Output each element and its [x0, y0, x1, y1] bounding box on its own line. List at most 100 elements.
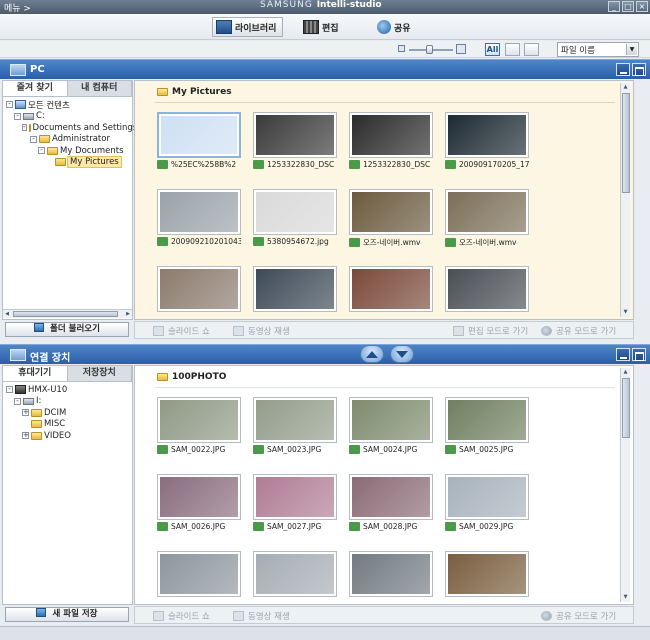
tree-node[interactable]: My Pictures	[3, 156, 132, 169]
tree-node[interactable]: MISC	[3, 419, 132, 431]
thumbnail-item[interactable]	[157, 551, 241, 597]
thumbnail-item[interactable]	[445, 551, 529, 597]
thumbnail-item[interactable]: SAM_0024.JPG	[349, 397, 433, 454]
thumbnail-image[interactable]	[253, 112, 337, 158]
thumbnail-item[interactable]: 1253322830_DSC	[349, 112, 433, 169]
scroll-down-icon[interactable]: ▼	[621, 593, 630, 602]
close-button[interactable]: ×	[636, 1, 648, 12]
save-new-files-button[interactable]: 새 파일 저장	[5, 607, 129, 622]
scroll-left-icon[interactable]: ◀	[3, 310, 11, 318]
main-menu-button[interactable]: 메뉴 >	[4, 1, 31, 14]
thumbnail-image[interactable]	[253, 189, 337, 235]
filter-photo-icon[interactable]	[505, 43, 520, 56]
thumbnail-image[interactable]	[349, 189, 433, 235]
scroll-up-icon[interactable]: ▲	[621, 368, 630, 377]
thumbnail-item[interactable]: SAM_0026.JPG	[157, 474, 241, 531]
tree-node[interactable]: - My Documents	[3, 145, 132, 157]
thumbnail-item[interactable]: 1253322830_DSC	[253, 112, 337, 169]
thumbnail-item[interactable]: 오즈-네이버.wmv	[349, 189, 433, 248]
tree-node[interactable]: - Administrator	[3, 134, 132, 146]
thumbnail-image[interactable]	[349, 397, 433, 443]
thumbnail-image[interactable]	[157, 189, 241, 235]
thumbnail-image[interactable]	[157, 474, 241, 520]
thumbnail-image[interactable]	[253, 266, 337, 312]
tree-node[interactable]: - Documents and Settings	[3, 122, 137, 134]
collapse-icon[interactable]: -	[14, 112, 21, 120]
pc-tree-hscrollbar[interactable]: ◀ ▶	[3, 309, 132, 318]
thumbnail-item[interactable]	[253, 266, 337, 312]
go-edit-mode-button[interactable]: 편집 모드로 가기	[453, 325, 528, 337]
scroll-up-icon[interactable]: ▲	[621, 83, 630, 92]
play-video-button[interactable]: 동영상 재생	[233, 610, 290, 622]
tab-storage-device[interactable]: 저장장치	[68, 366, 132, 381]
scroll-thumb[interactable]	[13, 311, 118, 317]
thumbnail-image[interactable]	[445, 474, 529, 520]
tab-mobile-device[interactable]: 휴대기기	[3, 366, 68, 381]
thumbnail-item[interactable]: SAM_0028.JPG	[349, 474, 433, 531]
sort-dropdown[interactable]: 파일 이름 ▼	[557, 42, 639, 57]
tab-my-computer[interactable]: 내 컴퓨터	[68, 81, 132, 96]
zoom-in-icon[interactable]	[456, 44, 466, 54]
thumbnail-image[interactable]	[253, 397, 337, 443]
scroll-thumb[interactable]	[622, 93, 630, 193]
maximize-button[interactable]: □	[622, 1, 634, 12]
expand-icon[interactable]: +	[22, 432, 29, 440]
tab-edit[interactable]: 편집	[300, 17, 345, 37]
thumbnail-image[interactable]	[349, 112, 433, 158]
tree-node[interactable]: - HMX-U10	[3, 384, 132, 396]
minimize-button[interactable]: _	[608, 1, 620, 12]
thumbnail-item[interactable]: 5380954672.jpg	[253, 189, 337, 246]
scroll-right-icon[interactable]: ▶	[124, 310, 132, 318]
thumbnail-item[interactable]: 200909210201043	[157, 189, 241, 246]
thumbnail-image[interactable]	[157, 397, 241, 443]
thumbnail-item[interactable]	[445, 266, 529, 312]
thumbnail-image[interactable]	[445, 112, 529, 158]
tree-node[interactable]: + DCIM	[3, 407, 132, 419]
thumbnail-item[interactable]	[253, 551, 337, 597]
scroll-thumb[interactable]	[622, 378, 630, 438]
zoom-out-icon[interactable]	[398, 45, 405, 52]
thumbnail-item[interactable]	[157, 266, 241, 312]
thumbnail-item[interactable]: SAM_0025.JPG	[445, 397, 529, 454]
collapse-icon[interactable]: -	[6, 386, 13, 394]
go-share-mode-button[interactable]: 공유 모드로 가기	[541, 610, 616, 622]
tree-node[interactable]: - C:	[3, 111, 132, 123]
thumbnail-image[interactable]	[157, 551, 241, 597]
thumbnail-image[interactable]	[445, 266, 529, 312]
thumbnail-item[interactable]: 200909170205_17	[445, 112, 529, 169]
thumbnail-image[interactable]	[157, 266, 241, 312]
device-panel-minimize-button[interactable]	[616, 348, 630, 361]
load-folder-button[interactable]: 폴더 불러오기	[5, 322, 129, 337]
tree-node[interactable]: - I:	[3, 396, 132, 408]
filter-all-button[interactable]: All	[485, 43, 500, 56]
go-share-mode-button[interactable]: 공유 모드로 가기	[541, 325, 616, 337]
scroll-down-icon[interactable]: ▼	[621, 308, 630, 317]
device-panel-maximize-button[interactable]	[632, 348, 646, 361]
pc-panel-maximize-button[interactable]	[632, 63, 646, 76]
thumbnail-image[interactable]	[349, 551, 433, 597]
thumbnail-item[interactable]: %25EC%258B%2	[157, 112, 241, 169]
thumbnail-item[interactable]: SAM_0022.JPG	[157, 397, 241, 454]
pc-panel-minimize-button[interactable]	[616, 63, 630, 76]
thumbnail-image[interactable]	[157, 112, 241, 158]
expand-icon[interactable]: +	[22, 409, 29, 417]
thumbnail-item[interactable]	[349, 266, 433, 312]
thumbnail-item[interactable]: 오즈-네이버.wmv	[445, 189, 529, 248]
zoom-slider-thumb[interactable]	[426, 45, 433, 54]
tab-share[interactable]: 공유	[374, 17, 417, 37]
filter-video-icon[interactable]	[524, 43, 539, 56]
thumbnail-item[interactable]: SAM_0023.JPG	[253, 397, 337, 454]
thumbnail-item[interactable]	[349, 551, 433, 597]
thumbnail-image[interactable]	[349, 266, 433, 312]
upload-arrow-icon[interactable]	[360, 345, 384, 363]
pc-vscrollbar[interactable]: ▲ ▼	[620, 83, 630, 317]
collapse-icon[interactable]: -	[14, 397, 21, 405]
collapse-icon[interactable]: -	[30, 135, 37, 143]
slideshow-button[interactable]: 슬라이드 쇼	[153, 610, 210, 622]
thumbnail-image[interactable]	[445, 551, 529, 597]
thumbnail-item[interactable]: SAM_0027.JPG	[253, 474, 337, 531]
collapse-icon[interactable]: -	[6, 101, 13, 109]
thumbnail-image[interactable]	[445, 397, 529, 443]
slideshow-button[interactable]: 슬라이드 쇼	[153, 325, 210, 337]
tab-library[interactable]: 라이브러리	[212, 17, 284, 37]
